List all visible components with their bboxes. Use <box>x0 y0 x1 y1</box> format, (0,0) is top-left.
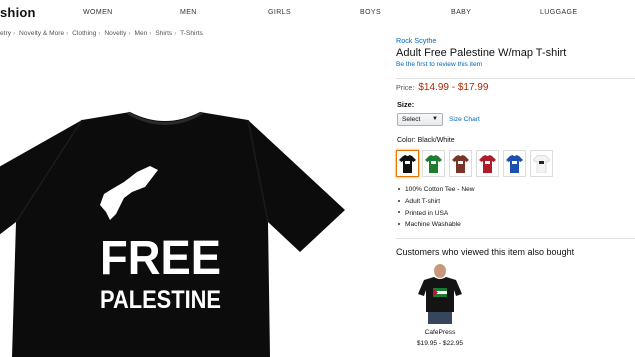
feature-text: 100% Cotton Tee - New <box>405 186 475 193</box>
jeans-shape <box>428 312 452 324</box>
chevron-right-icon: › <box>149 30 152 37</box>
tshirt-icon <box>399 155 416 173</box>
nav-item-men[interactable]: MEN <box>180 9 197 16</box>
head-shape <box>434 264 446 278</box>
also-bought-item-image[interactable] <box>416 262 464 324</box>
size-dropdown[interactable]: Select ▼ <box>397 113 443 126</box>
brand-link[interactable]: Rock Scythe <box>396 36 635 45</box>
bullet-icon <box>398 211 400 214</box>
also-bought-item-brand[interactable]: CafePress <box>412 329 468 336</box>
nav-item-luggage[interactable]: LUGGAGE <box>540 9 577 16</box>
product-details: Rock Scythe Adult Free Palestine W/map T… <box>396 36 635 68</box>
feature-bullets: 100% Cotton Tee - New Adult T-shirt Prin… <box>397 184 475 231</box>
feature-text: Machine Washable <box>405 221 461 229</box>
also-bought-item-price: $19.95 - $22.95 <box>416 340 464 347</box>
tshirt-icon <box>425 155 442 173</box>
chevron-right-icon: › <box>174 30 177 37</box>
nav-item-women[interactable]: WOMEN <box>83 9 113 16</box>
price-value: $14.99 - $17.99 <box>418 82 489 93</box>
nav-item-boys[interactable]: BOYS <box>360 9 381 16</box>
color-swatch-white[interactable] <box>530 150 553 177</box>
product-main-image[interactable]: FREE PALESTINE <box>0 42 385 357</box>
feature-bullet: Adult T-shirt <box>397 196 475 208</box>
breadcrumb-item[interactable]: Clothing <box>72 30 96 37</box>
color-swatch-black[interactable] <box>396 150 419 177</box>
feature-bullet: Machine Washable <box>397 219 475 231</box>
also-bought-title: Customers who viewed this item also boug… <box>396 247 575 257</box>
color-label: Color: Black/White <box>397 137 455 144</box>
color-value: Black/White <box>417 137 455 144</box>
breadcrumb-item[interactable]: Novelty <box>104 30 126 37</box>
caret-down-icon: ▼ <box>432 116 438 122</box>
color-swatch-green[interactable] <box>422 150 445 177</box>
price-label: Price: <box>396 83 415 92</box>
tshirt-icon <box>506 155 523 173</box>
chevron-right-icon: › <box>98 30 101 37</box>
color-swatch-brown[interactable] <box>449 150 472 177</box>
breadcrumb: etry › Novelty & More › Clothing › Novelty ›… <box>0 30 203 37</box>
divider <box>396 238 635 239</box>
breadcrumb-item[interactable]: etry <box>0 30 11 37</box>
tshirt-icon <box>479 155 496 173</box>
size-selected-value: Select <box>402 116 421 123</box>
shirt-text-palestine: PALESTINE <box>100 286 221 314</box>
breadcrumb-item[interactable]: T-Shirts <box>180 30 203 37</box>
chevron-right-icon: › <box>128 30 131 37</box>
product-title: Adult Free Palestine W/map T-shirt <box>396 47 567 59</box>
feature-bullet: 100% Cotton Tee - New <box>397 184 475 196</box>
tshirt-icon <box>533 155 550 173</box>
bullet-icon <box>398 199 400 202</box>
shirt-text-free: FREE <box>100 232 221 285</box>
feature-bullet: Printed in USA <box>397 208 475 220</box>
nav-item-girls[interactable]: GIRLS <box>268 9 291 16</box>
bullet-icon <box>398 187 400 190</box>
breadcrumb-item[interactable]: Men <box>134 30 147 37</box>
tshirt-image: FREE PALESTINE <box>0 111 345 357</box>
bullet-icon <box>398 223 400 226</box>
chevron-right-icon: › <box>66 30 69 37</box>
man-wearing-tshirt-image <box>418 264 462 324</box>
feature-text: Printed in USA <box>405 209 449 217</box>
tshirt-icon <box>452 155 469 173</box>
nav-item-baby[interactable]: BABY <box>451 9 471 16</box>
breadcrumb-item[interactable]: Shirts <box>155 30 172 37</box>
divider <box>396 78 635 79</box>
breadcrumb-item[interactable]: Novelty & More <box>19 30 64 37</box>
review-link[interactable]: Be the first to review this item <box>396 61 635 68</box>
price-row: Price: $14.99 - $17.99 <box>396 82 488 93</box>
color-swatch-red[interactable] <box>476 150 499 177</box>
top-navigation: shion WOMEN MEN GIRLS BOYS BABY LUGGAGE <box>0 0 635 26</box>
feature-text: Adult T-shirt <box>405 197 441 205</box>
color-label-text: Color: <box>397 137 416 144</box>
brand-logo[interactable]: shion <box>0 5 36 20</box>
color-swatch-blue[interactable] <box>503 150 526 177</box>
size-label: Size: <box>397 100 415 109</box>
size-chart-link[interactable]: Size Chart <box>449 116 480 123</box>
chevron-right-icon: › <box>13 30 16 37</box>
